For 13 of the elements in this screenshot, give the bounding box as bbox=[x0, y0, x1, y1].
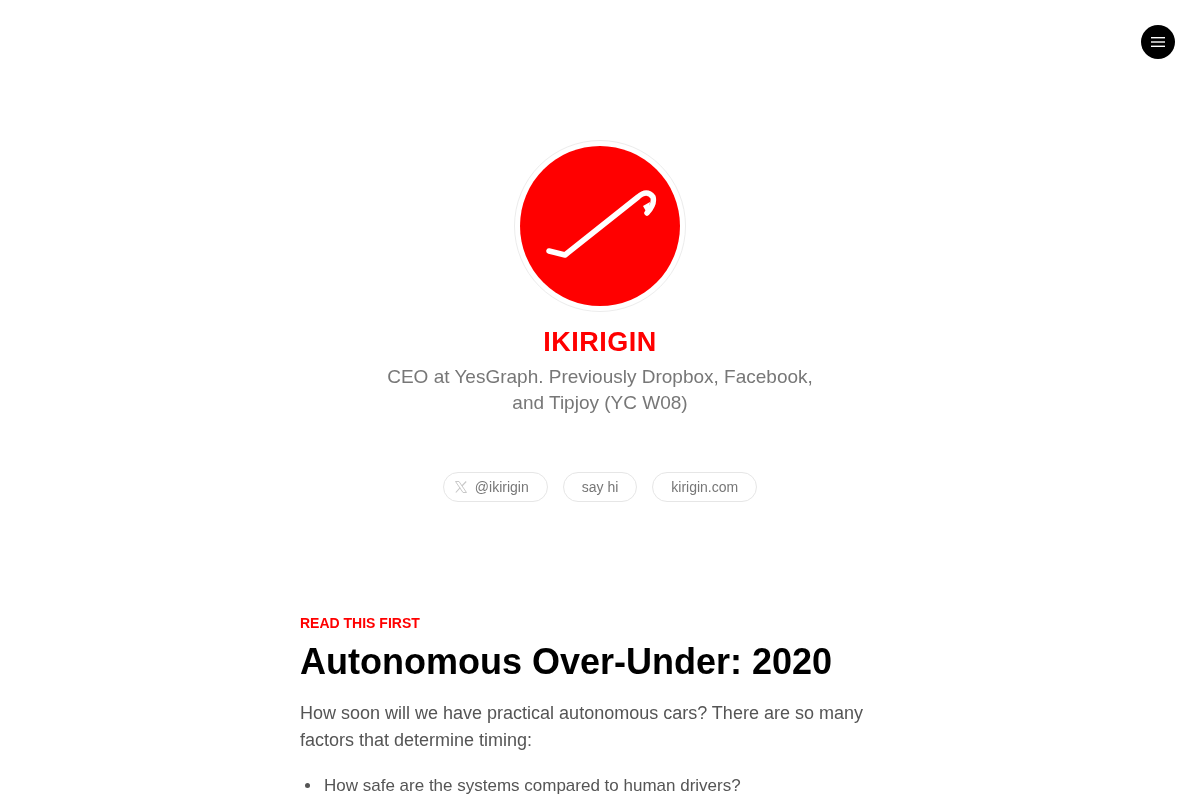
profile-link[interactable]: @ikirigin bbox=[442, 472, 548, 502]
x-icon bbox=[454, 481, 467, 493]
bullet-icon bbox=[305, 783, 310, 788]
bullet-text: How safe are the systems compared to human drivers? bbox=[324, 775, 741, 797]
post-title: Autonomous Over-Under: 2020 bbox=[300, 640, 834, 684]
menu-icon bbox=[1151, 37, 1165, 47]
profile-link[interactable]: kirigin.com bbox=[652, 472, 758, 502]
post-eyebrow: READ THIS FIRST bbox=[300, 614, 421, 632]
menu-button[interactable] bbox=[1141, 25, 1175, 59]
profile-bio: CEO at YesGraph. Previously Dropbox, Facebook, and Tipjoy (YC W08) bbox=[386, 365, 814, 415]
profile-name: IKIRIGIN bbox=[543, 326, 657, 359]
profile-link[interactable]: say hi bbox=[562, 472, 638, 502]
post-intro: How soon will we have practical autonomous cars? There are so many factors that determine timing: bbox=[300, 702, 864, 752]
